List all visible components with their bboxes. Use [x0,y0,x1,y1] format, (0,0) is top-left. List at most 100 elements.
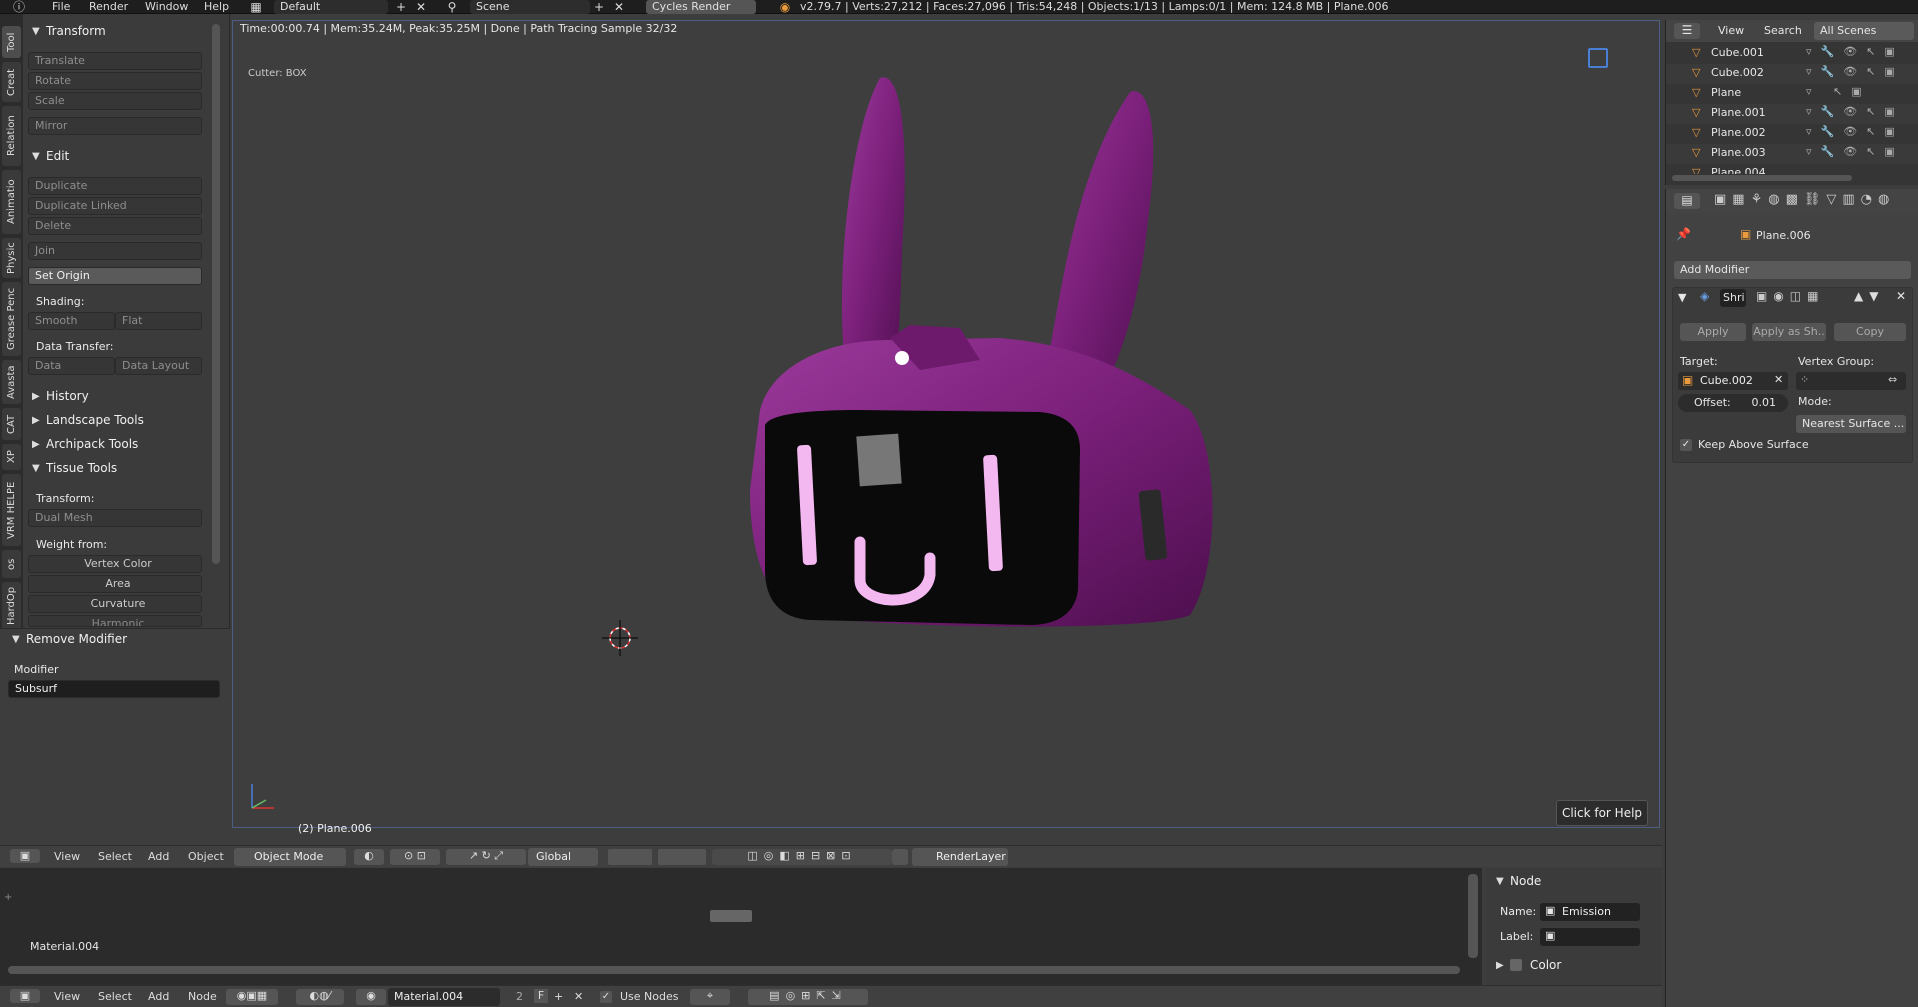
modifier-expand-icon[interactable]: ▼ [1678,291,1686,304]
duplicate-linked-button[interactable]: Duplicate Linked [28,197,202,215]
layers-icon[interactable] [608,849,652,865]
node-frame[interactable] [710,910,752,922]
add-modifier-select[interactable]: Add Modifier [1674,261,1911,279]
dual-mesh-button[interactable]: Dual Mesh [28,509,202,527]
outliner-row[interactable]: ▽ Cube.002 ▿🔧👁↖▣ [1666,64,1918,84]
outliner-row[interactable]: ▽ Plane.004 [1666,164,1918,174]
fake-user-button[interactable]: F [534,989,548,1003]
manipulator-icon[interactable]: ↗ ↻ ⤢ [446,849,526,865]
tab-hardops[interactable]: HardOp [2,582,21,630]
smooth-button[interactable]: Smooth [28,312,115,330]
outliner-row[interactable]: ▽ Plane ▿ ↖▣ [1666,84,1918,104]
node-editor-vscrollbar[interactable] [1468,874,1478,958]
data-transfer-button[interactable]: Data [28,357,115,375]
data-layout-button[interactable]: Data Layout [115,357,202,375]
tab-grease-pencil[interactable]: Grease Penc [2,282,21,356]
invert-group-icon[interactable]: ⇔ [1888,373,1897,386]
tab-cat[interactable]: CAT [2,408,21,440]
properties-tabs-icon[interactable]: ▣▦⚘◍▩⛓▽▥◔◍ [1714,192,1895,207]
tab-physics[interactable]: Physic [2,238,21,278]
vertex-color-button[interactable]: Vertex Color [28,555,202,573]
tab-vrm-helper[interactable]: VRM HELPE [2,474,21,546]
menu-object[interactable]: Object [188,850,224,863]
row-icons[interactable]: ▿🔧👁↖▣ [1806,125,1904,138]
menu-render[interactable]: Render [89,0,128,14]
pin-icon[interactable]: 📌 [1676,227,1691,241]
modifier-display-icons[interactable]: ▣◉◫▦ [1756,289,1824,303]
duplicate-button[interactable]: Duplicate [28,177,202,195]
render-layer-icon[interactable] [892,849,908,865]
remove-modifier-panel-header[interactable]: ▼ Remove Modifier [12,630,127,648]
menu-node[interactable]: Node [188,990,217,1003]
tissue-tools-panel-header[interactable]: ▼ Tissue Tools [32,459,117,477]
row-icons[interactable]: ▿🔧👁↖▣ [1806,65,1904,78]
tab-tool[interactable]: Tool [2,26,21,58]
remove-modifier-icon[interactable]: ✕ [1896,289,1906,303]
landscape-tools-panel-header[interactable]: ▶ Landscape Tools [32,411,144,429]
orientation-select[interactable]: Global [528,848,598,866]
row-icons[interactable]: ▿ ↖▣ [1806,85,1871,98]
target-field[interactable]: Cube.002 [1678,372,1788,390]
render-engine-select[interactable]: Cycles Render [646,0,756,14]
modifier-name-field[interactable]: Shri [1720,289,1746,307]
outliner-editor-icon[interactable]: ☰ [1674,23,1700,39]
mode-select[interactable]: Object Mode [234,848,346,866]
shader-type-icon[interactable]: ◐◍⁄ [296,989,344,1005]
material-browse-icon[interactable]: ◉ [356,989,386,1005]
rotate-button[interactable]: Rotate [28,72,202,90]
help-button[interactable]: Click for Help [1556,800,1648,826]
tab-os[interactable]: os [2,550,21,578]
wrap-mode-select[interactable]: Nearest Surface ... [1796,415,1906,433]
close-scene-icon[interactable]: ✕ [610,0,628,14]
menu-window[interactable]: Window [145,0,188,14]
viewport-shading-icon[interactable]: ◐ [354,849,384,865]
harmonic-button[interactable]: Harmonic [28,615,202,627]
display-mode-select[interactable]: All Scenes [1814,22,1914,40]
outliner-search-menu[interactable]: Search [1764,24,1802,37]
screen-layout-icon[interactable]: ▦ [244,0,268,14]
modifier-move-icons[interactable]: ▲▼ [1854,289,1884,303]
pivot-icon[interactable]: ⊙ ⊡ [390,849,440,865]
editor-type-icon[interactable]: ▣ [10,989,40,1003]
keep-above-checkbox[interactable]: ✓ [1680,439,1692,451]
scale-button[interactable]: Scale [28,92,202,110]
translate-button[interactable]: Translate [28,52,202,70]
navigation-gizmo-icon[interactable] [1588,48,1608,68]
row-icons[interactable]: ▿🔧👁↖▣ [1806,45,1904,58]
toolbar-toggle-icon[interactable]: + [4,892,12,903]
scene-icon[interactable]: ⚲ [440,0,464,14]
outliner-row[interactable]: ▽ Plane.003 ▿🔧👁↖▣ [1666,144,1918,164]
use-nodes-checkbox[interactable]: ✓ [600,991,612,1003]
edit-panel-header[interactable]: ▼ Edit [32,147,69,165]
delete-button[interactable]: Delete [28,217,202,235]
tab-animation[interactable]: Animatio [2,170,21,234]
add-layout-icon[interactable]: + [392,0,410,14]
layers-icon-2[interactable] [658,849,706,865]
copy-button[interactable]: Copy [1834,323,1906,341]
info-editor-icon[interactable]: ⓘ [6,0,32,14]
snap-icon[interactable]: ⌖ [690,989,730,1005]
properties-editor-icon[interactable]: ▤ [1674,193,1700,209]
render-layer-field[interactable]: RenderLayer [912,848,1008,866]
tab-xp[interactable]: XP [2,444,21,470]
menu-view[interactable]: View [54,990,80,1003]
set-origin-select[interactable]: Set Origin [28,267,202,285]
clear-target-icon[interactable]: ✕ [1774,373,1783,386]
mirror-button[interactable]: Mirror [28,117,202,135]
row-icons[interactable]: ▿🔧👁↖▣ [1806,145,1904,158]
row-icons[interactable]: ▿🔧👁↖▣ [1806,105,1904,118]
apply-as-shape-button[interactable]: Apply as Sh.. [1752,323,1826,341]
backdrop-icons[interactable]: ▤◎⊞⇱⇲ [748,989,868,1005]
color-section-header[interactable]: ▶ Color [1496,956,1561,974]
node-editor-hscrollbar[interactable] [8,966,1460,974]
curvature-button[interactable]: Curvature [28,595,202,613]
tool-shelf-scrollbar[interactable] [212,24,220,564]
join-button[interactable]: Join [28,242,202,260]
menu-view[interactable]: View [54,850,80,863]
snapping-icon[interactable]: ◫◎◧⊞⊟⊠⊡ [712,849,892,865]
editor-type-icon[interactable]: ▣ [10,849,40,863]
outliner-scrollbar[interactable] [1672,175,1852,181]
screen-layout-field[interactable]: Default [274,0,388,14]
material-field[interactable]: Material.004 [388,988,500,1006]
flat-button[interactable]: Flat [115,312,202,330]
